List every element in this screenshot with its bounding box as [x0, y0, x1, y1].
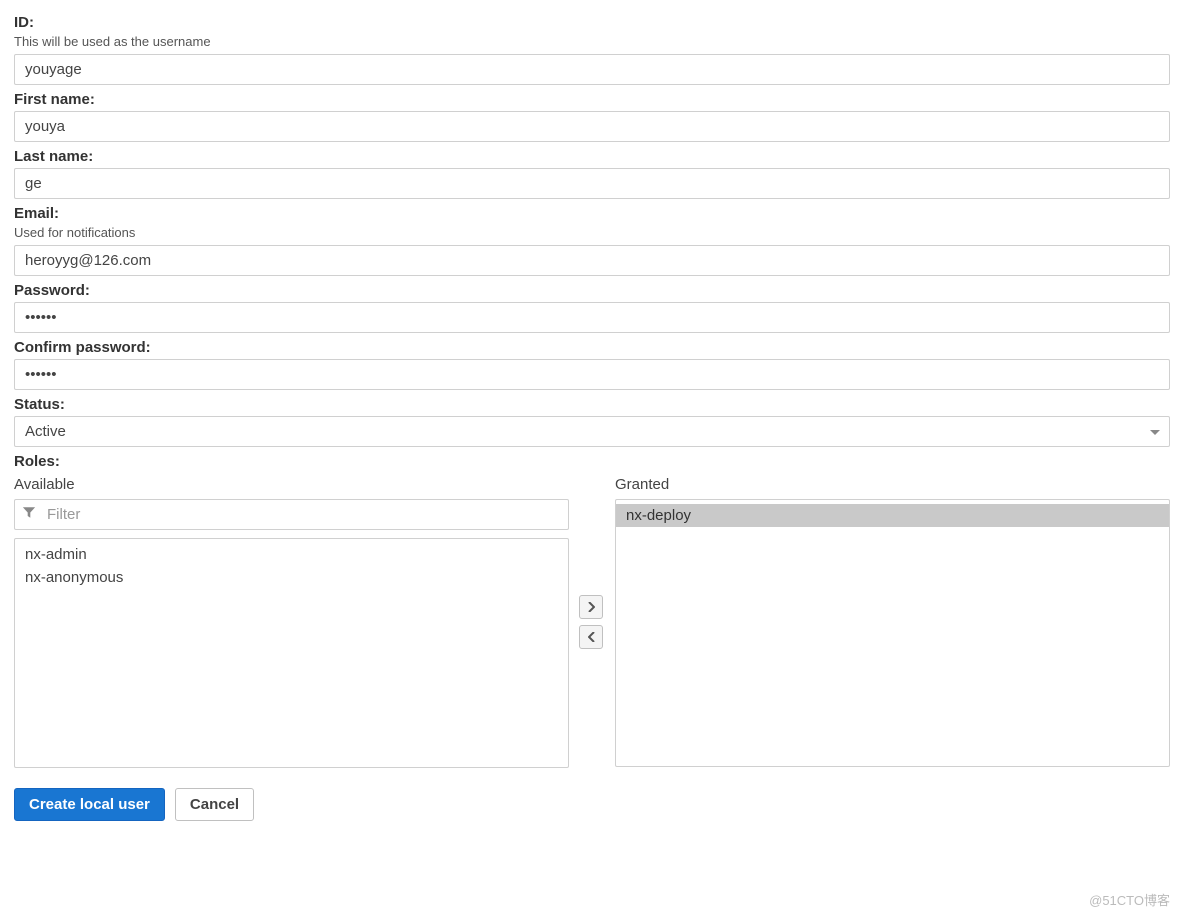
available-title: Available [14, 476, 569, 493]
id-label: ID: [14, 14, 1170, 31]
first-name-input[interactable] [14, 111, 1170, 142]
chevron-right-icon [588, 600, 595, 615]
field-roles: Roles: Available nx-admin nx-anonymous [14, 453, 1170, 768]
available-filter-input[interactable] [14, 499, 569, 530]
field-id: ID: This will be used as the username [14, 14, 1170, 85]
move-left-button[interactable] [579, 625, 603, 649]
create-local-user-button[interactable]: Create local user [14, 788, 165, 821]
status-select[interactable]: Active [14, 416, 1170, 447]
list-item[interactable]: nx-anonymous [15, 566, 568, 589]
last-name-label: Last name: [14, 148, 1170, 165]
email-input[interactable] [14, 245, 1170, 276]
field-password: Password: [14, 282, 1170, 333]
move-right-button[interactable] [579, 595, 603, 619]
granted-title: Granted [615, 476, 1170, 493]
id-help: This will be used as the username [14, 34, 1170, 49]
available-list[interactable]: nx-admin nx-anonymous [14, 538, 569, 768]
email-label: Email: [14, 205, 1170, 222]
confirm-password-input[interactable] [14, 359, 1170, 390]
roles-granted-column: Granted nx-deploy [615, 476, 1170, 768]
footer-actions: Create local user Cancel [14, 788, 1170, 821]
list-item[interactable]: nx-admin [15, 543, 568, 566]
watermark: @51CTO博客 [1089, 890, 1170, 909]
transfer-controls [579, 476, 605, 768]
field-email: Email: Used for notifications [14, 205, 1170, 276]
roles-available-column: Available nx-admin nx-anonymous [14, 476, 569, 768]
email-help: Used for notifications [14, 225, 1170, 240]
id-input[interactable] [14, 54, 1170, 85]
password-input[interactable] [14, 302, 1170, 333]
password-label: Password: [14, 282, 1170, 299]
field-confirm-password: Confirm password: [14, 339, 1170, 390]
granted-list[interactable]: nx-deploy [615, 499, 1170, 767]
list-item[interactable]: nx-deploy [616, 504, 1169, 527]
field-first-name: First name: [14, 91, 1170, 142]
field-last-name: Last name: [14, 148, 1170, 199]
first-name-label: First name: [14, 91, 1170, 108]
status-label: Status: [14, 396, 1170, 413]
chevron-left-icon [588, 630, 595, 645]
last-name-input[interactable] [14, 168, 1170, 199]
confirm-password-label: Confirm password: [14, 339, 1170, 356]
field-status: Status: Active [14, 396, 1170, 447]
cancel-button[interactable]: Cancel [175, 788, 254, 821]
roles-label: Roles: [14, 453, 1170, 470]
